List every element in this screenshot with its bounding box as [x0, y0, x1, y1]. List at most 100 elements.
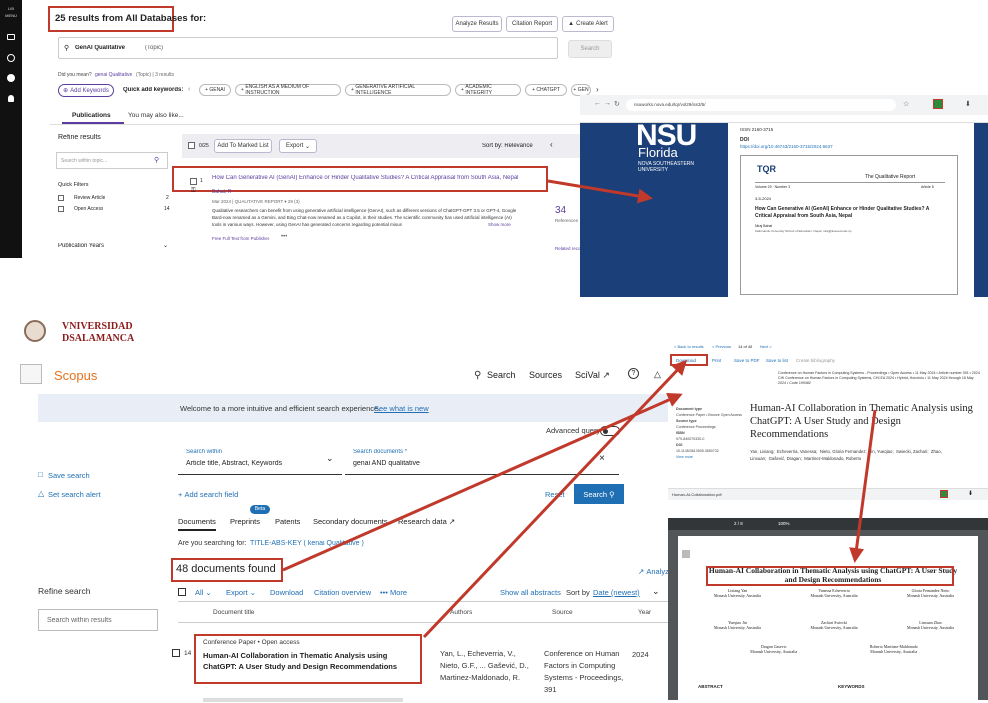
row-title[interactable]: Human-AI Collaboration in Thematic Analy…	[203, 650, 415, 672]
pdf-zoom[interactable]: 100%	[778, 521, 790, 526]
search-within-results-input[interactable]: Search within results	[38, 609, 158, 631]
author[interactable]: Gašević, Dragan	[769, 456, 801, 461]
search-icon[interactable]: ⚲	[474, 370, 481, 381]
full-text-link[interactable]: Free Full Text from Publisher	[212, 236, 269, 241]
save-search-link[interactable]: Save search	[48, 471, 90, 480]
tab-research-data[interactable]: Research data ↗	[398, 517, 455, 526]
save-to-list-button[interactable]: Save to list	[766, 358, 788, 363]
previous-link[interactable]: < Previous	[712, 344, 731, 349]
add-search-field-link[interactable]: + Add search field	[178, 490, 238, 499]
create-alert-button[interactable]: ▲ Create Alert	[562, 16, 614, 32]
create-bibliography-button[interactable]: Create bibliography	[796, 358, 835, 363]
search-button[interactable]: Search	[568, 40, 612, 58]
sort-by[interactable]: Sort by: Relevance	[482, 143, 533, 149]
keyword-chip[interactable]: + GENERATIVE ARTIFICIAL INTELLIGENCE	[345, 84, 451, 96]
author[interactable]: Echeverria, Vanessa	[777, 449, 816, 454]
more-link[interactable]: ••• More	[380, 588, 407, 597]
chevron-down-icon[interactable]: ⌄	[163, 242, 168, 249]
download-link[interactable]: Download	[270, 588, 303, 597]
add-to-marked-list-button[interactable]: Add To Marked List	[214, 139, 272, 153]
author[interactable]: Nieto, Gloria Fernandez	[820, 449, 866, 454]
print-button[interactable]: Print	[712, 358, 721, 363]
show-all-abstracts-link[interactable]: Show all abstracts	[500, 588, 561, 597]
record-title[interactable]: How Can Generative AI (GenAI) Enhance or…	[212, 175, 544, 181]
clear-icon[interactable]: ×	[599, 453, 605, 464]
author[interactable]: Swiecki, Zachari	[896, 449, 927, 454]
next-link[interactable]: Next >	[760, 344, 772, 349]
bell-icon[interactable]	[8, 95, 14, 102]
back-to-results[interactable]: < Back to results	[674, 344, 704, 349]
doi-link[interactable]: https://doi.org/10.46743/2160-3715/2024.…	[740, 144, 833, 149]
search-within-select[interactable]: Search within Article title, Abstract, K…	[178, 441, 342, 475]
download-icon[interactable]: ⬇	[968, 490, 973, 497]
tab-documents[interactable]: Documents	[178, 517, 216, 526]
tab-patents[interactable]: Patents	[275, 517, 300, 526]
help-icon[interactable]: ?	[628, 368, 639, 379]
sort-select[interactable]: Date (newest)	[593, 588, 640, 597]
row-checkbox[interactable]	[172, 649, 180, 657]
search-within-input[interactable]: Search within topic... ⚲	[56, 152, 168, 169]
reload-icon[interactable]: ↻	[614, 100, 620, 108]
filter-open-access[interactable]: Open Access 14	[58, 205, 172, 214]
set-search-alert-link[interactable]: Set search alert	[48, 490, 101, 499]
export-dropdown[interactable]: Export ⌄	[226, 588, 256, 597]
author[interactable]: Jin, Yueqiao	[869, 449, 892, 454]
checkbox[interactable]	[58, 206, 64, 212]
author[interactable]: Yan, Lixiang	[750, 449, 773, 454]
forward-icon[interactable]: →	[604, 100, 611, 107]
chevron-left-icon[interactable]: ‹	[550, 140, 553, 149]
chevron-down-icon[interactable]: ⌄	[652, 586, 660, 597]
chevron-right-icon[interactable]: ›	[596, 85, 599, 94]
citation-overview-link[interactable]: Citation overview	[314, 588, 371, 597]
nav-scival[interactable]: SciVal ↗	[575, 370, 610, 381]
record-author[interactable]: Bahat, R	[212, 189, 231, 195]
checkbox[interactable]	[58, 195, 64, 201]
analyze-results-button[interactable]: Analyze Results	[452, 16, 502, 32]
chevron-left-icon[interactable]: ‹	[188, 86, 190, 93]
account-icon[interactable]	[7, 74, 15, 82]
download-button[interactable]: Download	[676, 358, 696, 363]
export-button[interactable]: Export ⌄	[279, 139, 317, 153]
show-more-link[interactable]: Show more	[488, 222, 511, 227]
tab-preprints[interactable]: Preprints	[230, 517, 260, 526]
history-icon[interactable]	[7, 54, 15, 62]
author[interactable]: Martinez-Maldonado, Roberto	[804, 456, 861, 461]
extension-icon[interactable]	[933, 99, 943, 109]
keyword-chip[interactable]: + ENGLISH AS A MEDIUM OF INSTRUCTION	[235, 84, 341, 96]
more-icon[interactable]: •••	[281, 234, 287, 240]
search-box[interactable]: ⚲ GenAI Qualitative (Topic)	[58, 37, 558, 59]
scopus-logo[interactable]: Scopus	[54, 368, 97, 383]
citation-count[interactable]: 34	[555, 205, 566, 216]
download-icon[interactable]: ⬇	[965, 100, 971, 108]
tab-publications[interactable]: Publications	[72, 112, 111, 119]
see-what-is-new-link[interactable]: See what is new	[374, 404, 429, 413]
select-all-dropdown[interactable]: All ⌄	[195, 588, 212, 597]
search-documents-input[interactable]: Search documents * genai AND qualitative…	[345, 441, 619, 475]
tab-you-may-also-like[interactable]: You may also like...	[128, 112, 184, 119]
keyword-chip[interactable]: + CHATGPT	[525, 84, 567, 96]
view-more-link[interactable]: View more	[676, 454, 746, 460]
pdf-page-indicator[interactable]: 2 / 8	[734, 521, 743, 526]
keyword-chip[interactable]: + ACADEMIC INTEGRITY	[455, 84, 521, 96]
back-icon[interactable]: ←	[594, 100, 601, 107]
filter-review-article[interactable]: Review Article 2	[58, 194, 172, 203]
address-bar[interactable]: nsuworks.nova.edu/tqr/vol29/iss3/5/	[626, 99, 896, 111]
did-you-mean-link[interactable]: genai Qualitative	[95, 72, 132, 78]
keyword-chip[interactable]: + GENAI	[199, 84, 231, 96]
star-icon[interactable]: ☆	[903, 100, 909, 108]
folder-icon[interactable]	[7, 34, 15, 40]
record-checkbox[interactable]	[190, 178, 197, 185]
reset-button[interactable]: Reset	[545, 490, 565, 499]
select-all-checkbox[interactable]	[178, 588, 186, 596]
extension-icon[interactable]	[940, 490, 948, 498]
select-all-checkbox[interactable]	[188, 142, 195, 149]
bell-icon[interactable]: △	[654, 369, 661, 380]
add-keywords-button[interactable]: ⊕ Add Keywords	[58, 84, 114, 97]
pdf-preview[interactable]: TQR The Qualitative Report Volume 29 · N…	[740, 155, 958, 295]
tab-secondary-documents[interactable]: Secondary documents	[313, 517, 388, 526]
advanced-query-toggle[interactable]	[600, 426, 620, 436]
citation-report-button[interactable]: Citation Report	[506, 16, 558, 32]
nav-search[interactable]: Search	[487, 370, 516, 380]
save-to-pdf-button[interactable]: Save to PDF	[734, 358, 760, 363]
nav-sources[interactable]: Sources	[529, 370, 562, 380]
